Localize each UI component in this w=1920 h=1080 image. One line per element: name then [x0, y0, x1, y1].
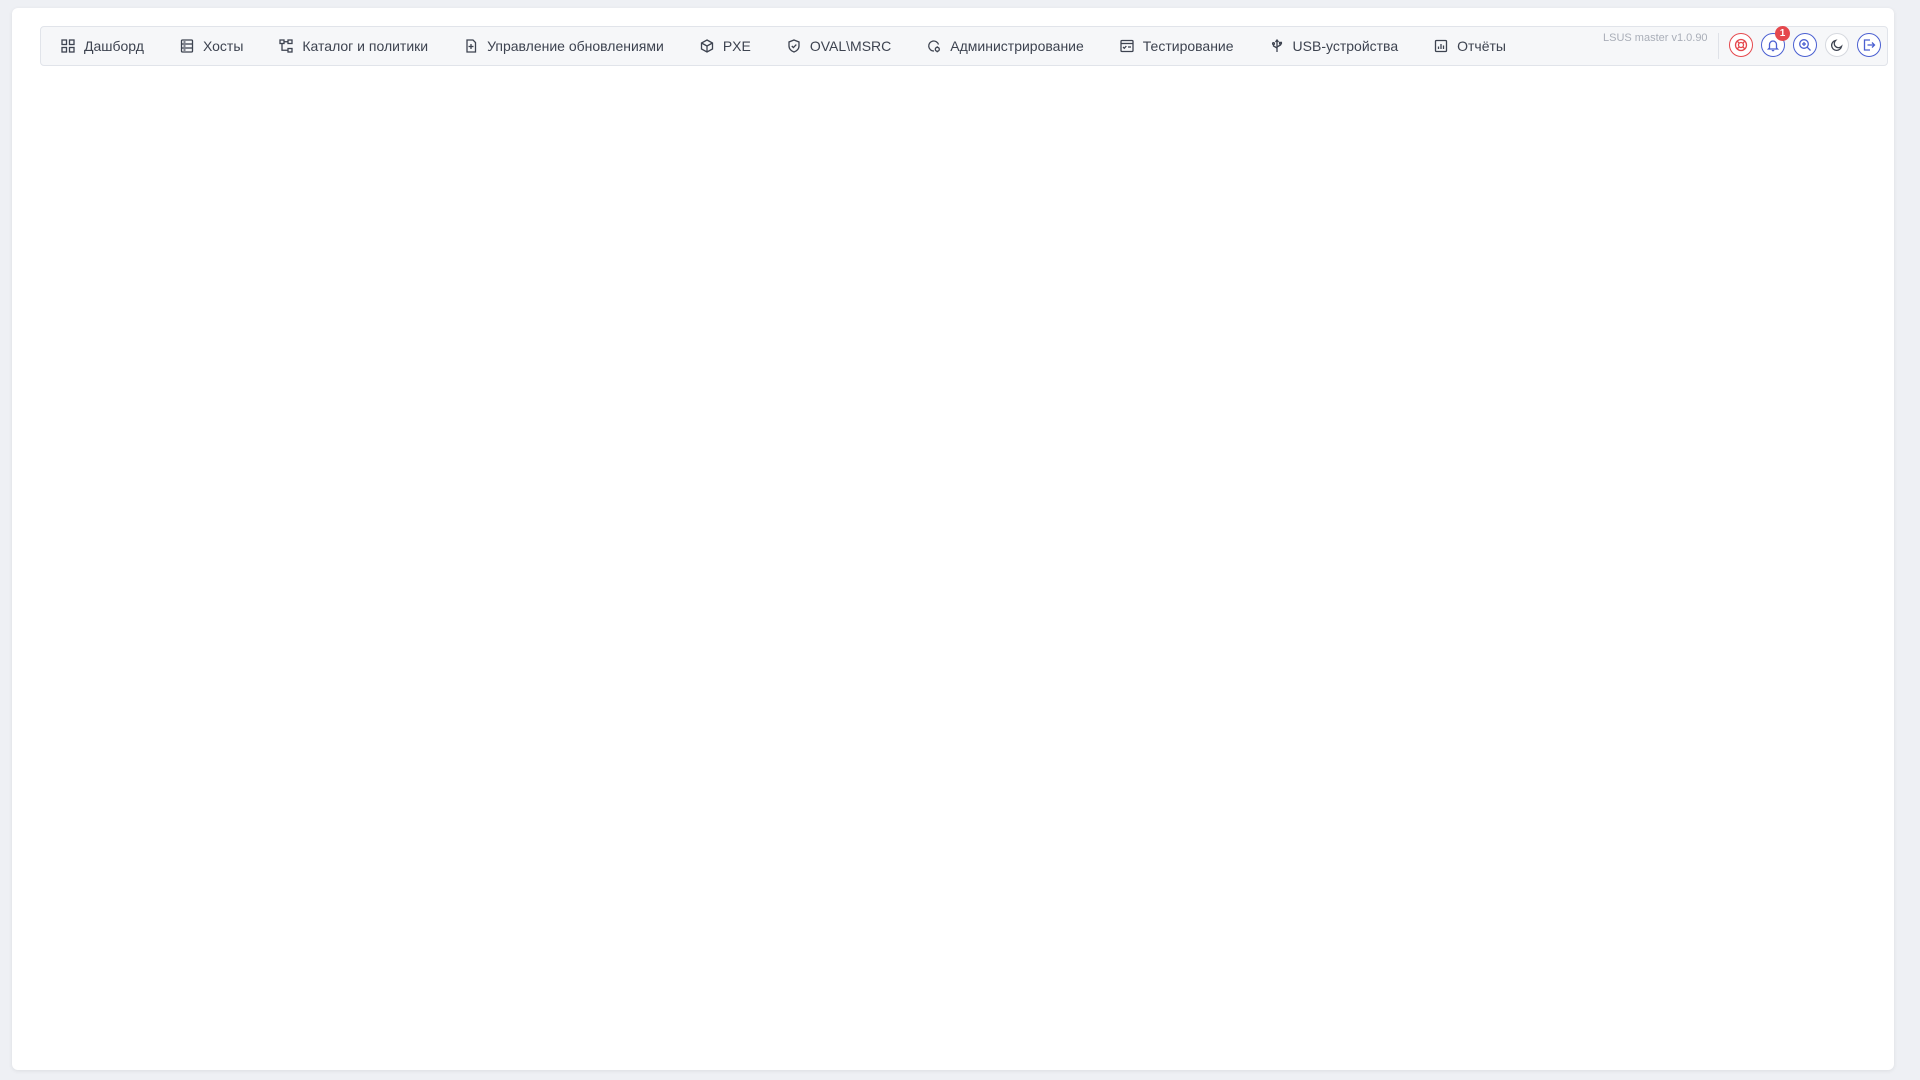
notifications-button[interactable]: 1: [1761, 26, 1790, 57]
nav-item-label: Тестирование: [1142, 38, 1234, 54]
dashboard-grid-icon: [61, 39, 75, 53]
app-version: LSUS master v1.0.90: [1603, 32, 1708, 44]
nav-item-reports[interactable]: Отчёты: [1434, 27, 1542, 65]
logout-icon: [1862, 38, 1876, 52]
file-update-icon: [464, 39, 478, 53]
shield-check-icon: [787, 39, 801, 53]
box-icon: [700, 39, 714, 53]
support-button[interactable]: [1729, 33, 1753, 57]
nav-item-label: OVAL\MSRC: [809, 38, 892, 54]
moon-icon: [1830, 38, 1844, 52]
nav-item-catalog-policies[interactable]: Каталог и политики: [279, 27, 464, 65]
nav-item-testing[interactable]: Тестирование: [1120, 27, 1270, 65]
bell-icon: [1766, 38, 1780, 52]
search-zoom-icon: [1798, 38, 1812, 52]
nav-item-label: Хосты: [202, 38, 244, 54]
header-actions: 1: [1729, 26, 1889, 57]
nav-item-label: PXE: [722, 38, 751, 54]
main-menu: Дашборд Хосты Каталог и политики Управле…: [41, 27, 1542, 65]
notification-count-badge: 1: [1775, 26, 1790, 41]
top-navigation-bar: Дашборд Хосты Каталог и политики Управле…: [40, 26, 1888, 66]
nav-item-label: Отчёты: [1457, 38, 1506, 54]
logout-button[interactable]: [1857, 33, 1881, 57]
app-window: Дашборд Хосты Каталог и политики Управле…: [12, 8, 1894, 1070]
search-button[interactable]: [1793, 33, 1817, 57]
nav-item-oval-msrc[interactable]: OVAL\MSRC: [787, 27, 927, 65]
nav-item-label: Администрирование: [950, 38, 1084, 54]
main-content-area: [40, 78, 1888, 1053]
report-chart-icon: [1434, 39, 1448, 53]
nav-item-update-management[interactable]: Управление обновлениями: [464, 27, 700, 65]
nav-item-label: Каталог и политики: [302, 38, 429, 54]
nav-item-administration[interactable]: Администрирование: [927, 27, 1120, 65]
nav-item-label: Дашборд: [84, 38, 144, 54]
nav-item-usb-devices[interactable]: USB-устройства: [1270, 27, 1435, 65]
server-icon: [180, 39, 194, 53]
checklist-icon: [1120, 39, 1134, 53]
theme-toggle-button[interactable]: [1825, 33, 1849, 57]
nav-item-pxe[interactable]: PXE: [700, 27, 787, 65]
support-lifebuoy-icon: [1734, 38, 1748, 52]
admin-gear-icon: [927, 39, 941, 53]
nav-item-label: USB-устройства: [1292, 38, 1399, 54]
toolbar-divider: [1718, 33, 1719, 59]
hierarchy-icon: [279, 39, 294, 53]
nav-item-hosts[interactable]: Хосты: [180, 27, 279, 65]
nav-item-label: Управление обновлениями: [487, 38, 664, 54]
usb-icon: [1270, 39, 1284, 53]
nav-item-dashboard[interactable]: Дашборд: [61, 27, 180, 65]
